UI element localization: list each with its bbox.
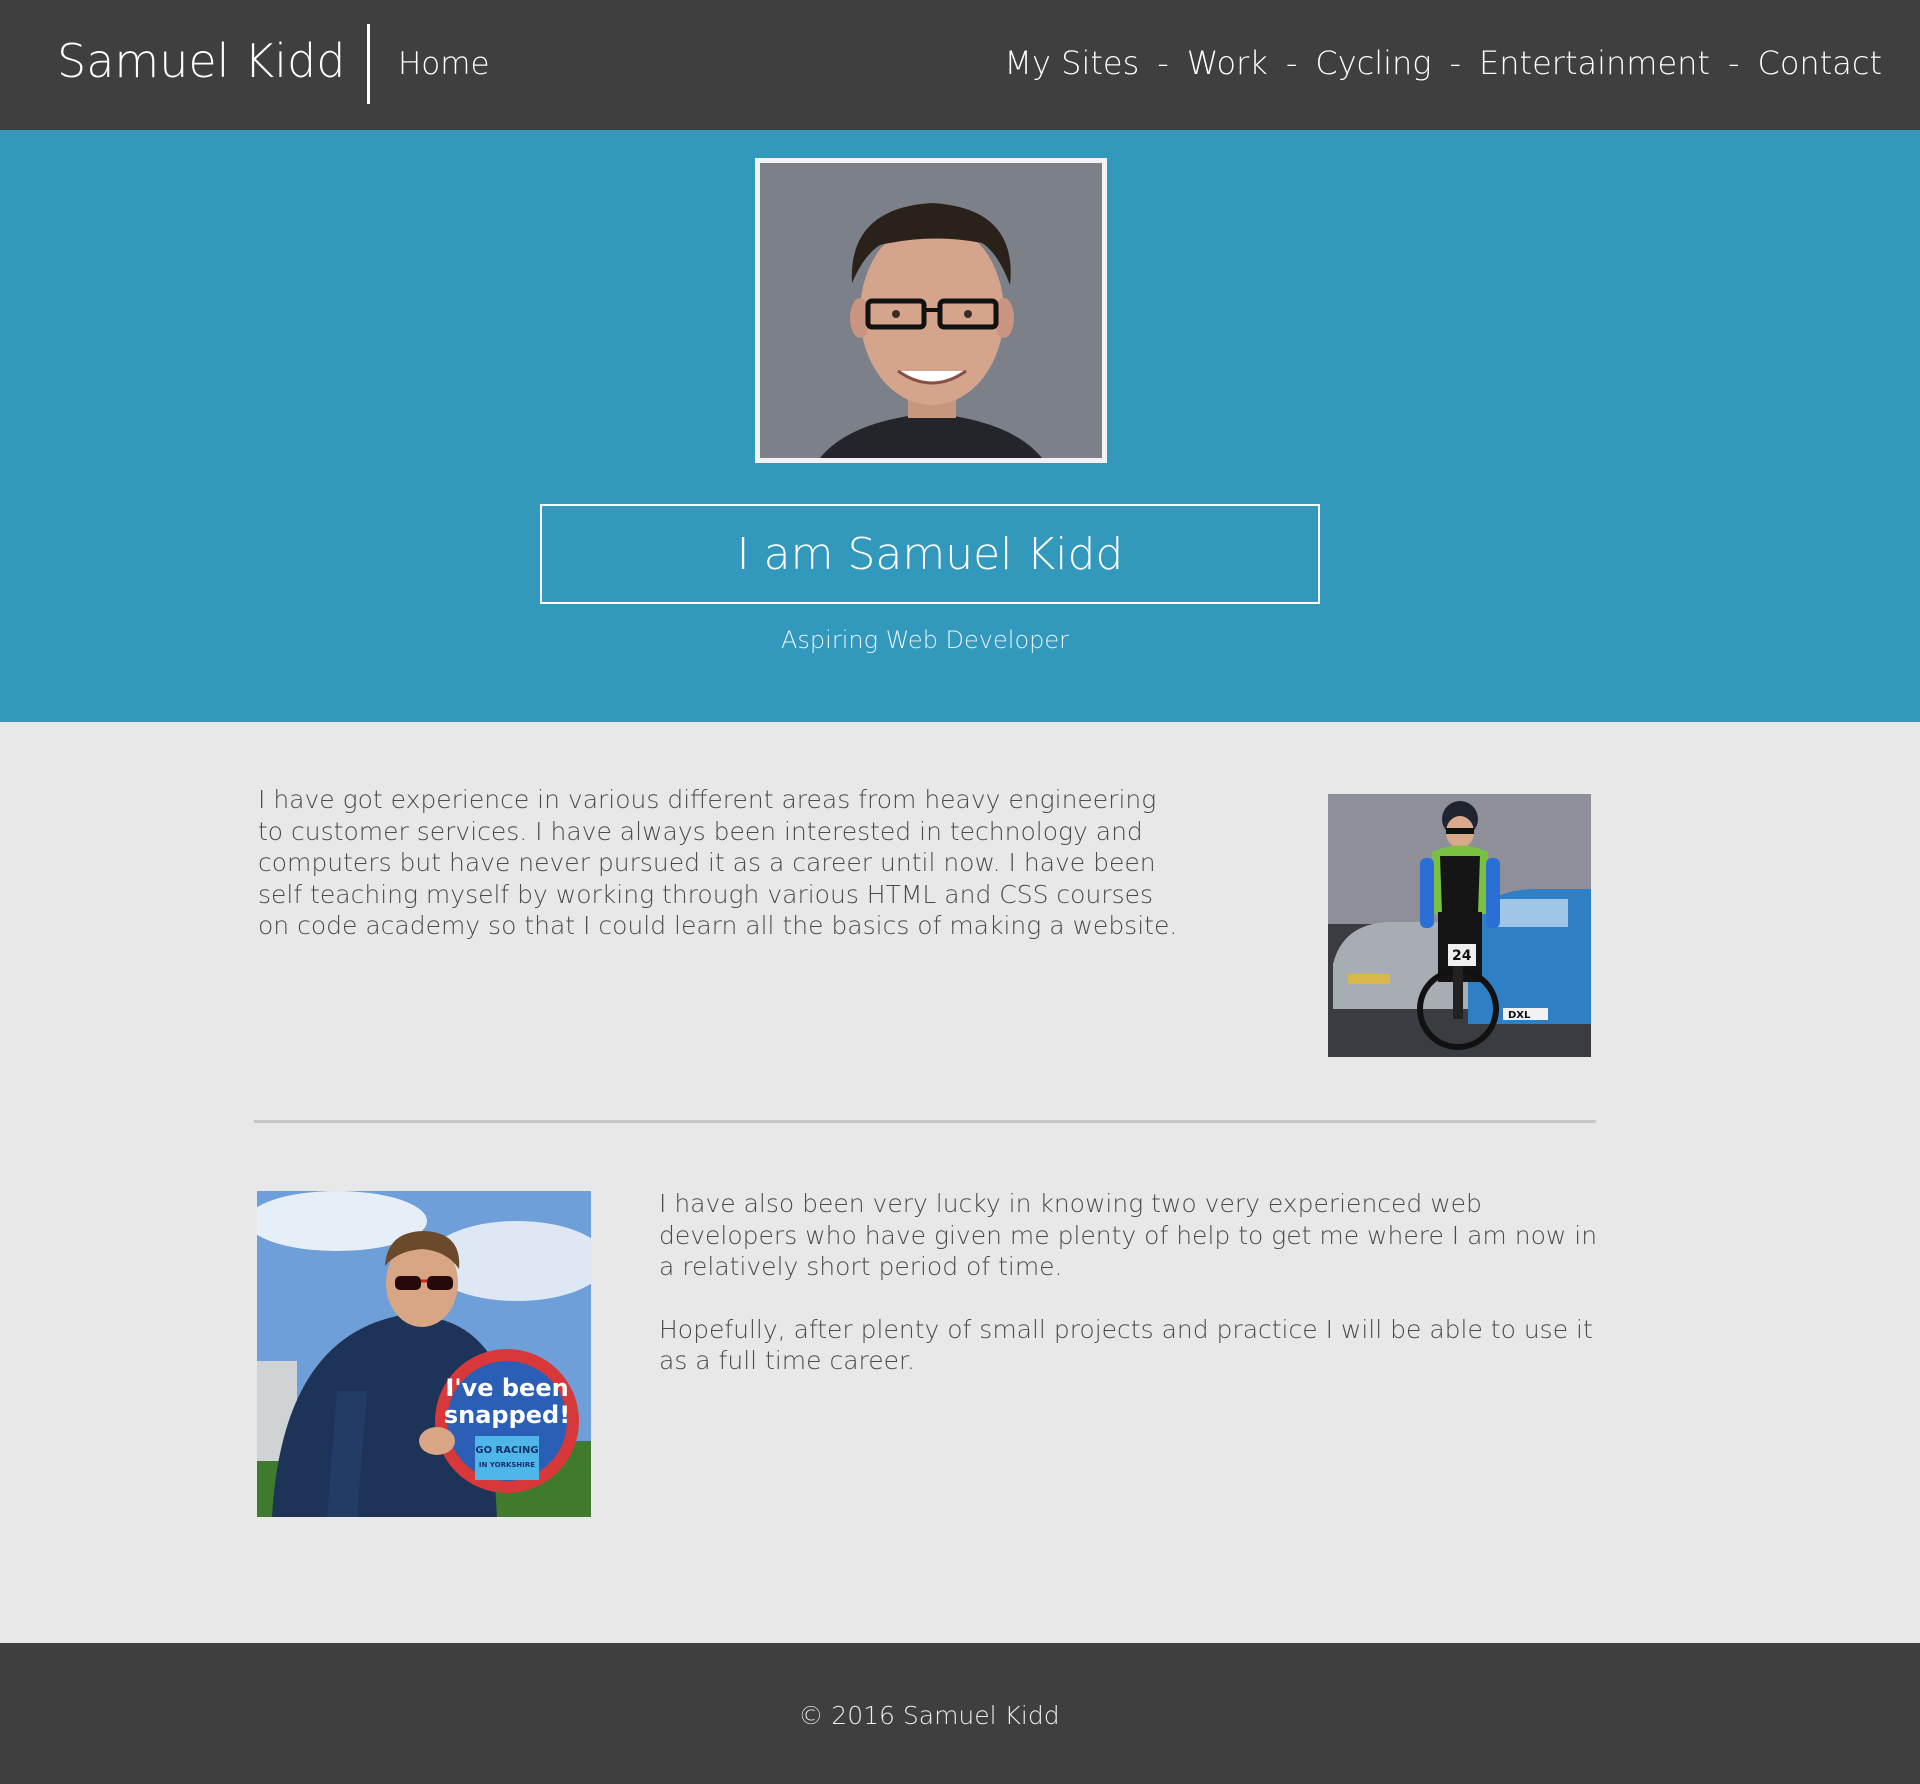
sign-card-sub: IN YORKSHIRE: [479, 1461, 535, 1469]
car-plate: DXL: [1508, 1010, 1531, 1021]
site-header: Samuel Kidd Home My Sites - Work - Cycli…: [0, 0, 1920, 130]
intro-paragraph: I have got experience in various differe…: [258, 785, 1178, 940]
hero-title: I am Samuel Kidd: [736, 528, 1124, 580]
sign-line-2: snapped!: [444, 1401, 570, 1429]
nav-cycling[interactable]: Cycling: [1315, 44, 1431, 82]
about-paragraph-three: Hopefully, after plenty of small project…: [659, 1314, 1593, 1376]
snapped-photo: I've been snapped! GO RACING IN YORKSHIR…: [257, 1191, 591, 1517]
nav-separator: -: [1449, 44, 1462, 82]
nav-home-link[interactable]: Home: [398, 46, 490, 82]
snapped-illustration: I've been snapped! GO RACING IN YORKSHIR…: [257, 1191, 591, 1517]
main-nav: My Sites - Work - Cycling - Entertainmen…: [1004, 44, 1882, 82]
nav-separator: -: [1157, 44, 1169, 82]
hero-section: I am Samuel Kidd Aspiring Web Developer: [0, 130, 1920, 722]
sign-card: GO RACING: [475, 1445, 538, 1456]
nav-separator: -: [1727, 44, 1740, 82]
nav-separator: -: [1285, 44, 1298, 82]
about-paragraph-two: I have also been very lucky in knowing t…: [659, 1189, 1598, 1281]
site-brand[interactable]: Samuel Kidd: [57, 34, 345, 88]
hero-subtitle: Aspiring Web Developer: [781, 626, 1069, 654]
hero-title-box: I am Samuel Kidd: [540, 504, 1320, 604]
nav-my-sites[interactable]: My Sites: [1004, 44, 1139, 82]
cyclist-photo: DXL 24: [1328, 794, 1591, 1057]
about-more-text: I have also been very lucky in knowing t…: [659, 1188, 1619, 1377]
nav-work[interactable]: Work: [1187, 44, 1268, 82]
portrait-illustration: [760, 163, 1102, 458]
portrait-photo: [755, 158, 1107, 463]
brand-divider: [367, 24, 370, 104]
section-divider: [254, 1120, 1596, 1123]
nav-contact[interactable]: Contact: [1758, 44, 1883, 82]
copyright-text: © 2016 Samuel Kidd: [798, 1701, 1060, 1730]
site-footer: © 2016 Samuel Kidd: [0, 1643, 1920, 1784]
sign-line-1: I've been: [445, 1374, 568, 1402]
race-number: 24: [1452, 948, 1472, 964]
nav-entertainment[interactable]: Entertainment: [1479, 44, 1710, 82]
cyclist-illustration: DXL 24: [1328, 794, 1591, 1057]
